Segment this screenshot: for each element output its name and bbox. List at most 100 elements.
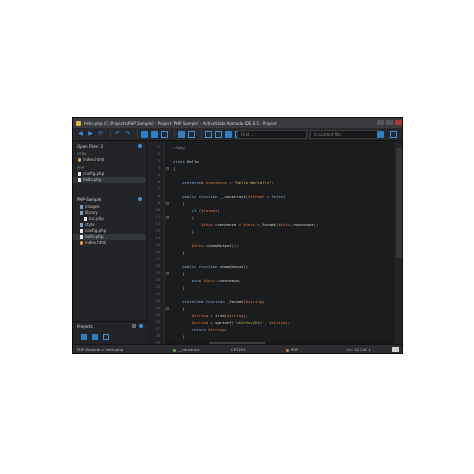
code-token: false [271, 194, 284, 199]
menu-icon[interactable] [390, 131, 397, 138]
line-number: 10 [155, 208, 160, 212]
code-editor[interactable]: 1 2 3 4 5 6 7 8 9 10 11 12 13 14 15 16 17 18 19 20 21 22 23 24 2… [147, 142, 393, 346]
code-line[interactable]: { [173, 166, 175, 171]
code-line[interactable]: if ($format) [173, 208, 220, 213]
line-number: 22 [155, 292, 160, 296]
code-line[interactable]: } [173, 229, 194, 234]
line-number: 13 [155, 229, 160, 233]
code-line[interactable]: } [173, 334, 184, 339]
code-line[interactable]: { [173, 215, 194, 220]
code-line[interactable]: protected function _format($string) [173, 299, 264, 304]
code-line[interactable]: return $string; [173, 327, 227, 332]
code-line[interactable]: public function showOutput() [173, 264, 248, 269]
status-encoding[interactable]: CP1252 [231, 347, 246, 352]
line-number: 2 [157, 152, 160, 156]
code-line[interactable]: { [173, 201, 184, 206]
code-line[interactable]: $this->showOutput(); [173, 243, 239, 248]
code-token: <?php [173, 145, 185, 150]
line-number: 28 [155, 334, 160, 338]
maximize-button[interactable] [386, 120, 393, 125]
back-icon[interactable]: ◀ [77, 131, 84, 138]
open-files-header[interactable]: Open Files: 3 [73, 142, 146, 151]
code-line[interactable]: <?php [173, 145, 185, 150]
code-line[interactable]: protected $sentence = "Hello World!\n"; [173, 180, 273, 185]
minimize-button[interactable] [377, 120, 384, 125]
code-token: { [173, 215, 195, 220]
php-file-icon [80, 235, 83, 239]
line-number: 24 [155, 306, 160, 310]
line-number: 4 [157, 166, 160, 170]
code-token: if [173, 208, 197, 213]
redo-icon[interactable]: ↷ [124, 131, 131, 138]
code-line[interactable]: { [173, 271, 184, 276]
fold-toggle-icon[interactable] [166, 202, 169, 205]
notification-icon[interactable] [392, 347, 399, 352]
projects-header[interactable]: Projects [73, 322, 147, 331]
layout-icon[interactable] [225, 130, 232, 138]
code-token: protected function [173, 299, 225, 304]
save-icon[interactable] [151, 130, 158, 138]
code-line[interactable]: $string = sprintf('<h1>%s</h1>', $string… [173, 320, 290, 325]
open-file-icon[interactable] [141, 130, 148, 138]
line-number: 1 [157, 145, 160, 149]
gear-icon[interactable] [138, 197, 142, 201]
gear-icon[interactable] [138, 144, 142, 148]
code-token: = [226, 180, 234, 185]
left-pane: Open Files: 3 HTML index.html PHP config… [73, 142, 147, 346]
code-line[interactable]: class Hello [173, 159, 199, 164]
status-symbol[interactable]: __construct [173, 347, 200, 352]
open-file-item[interactable]: index.html [73, 157, 146, 163]
new-project-icon[interactable] [81, 334, 87, 340]
code-token: ) [262, 299, 265, 304]
code-line[interactable]: { [173, 306, 184, 311]
fold-toggle-icon[interactable] [166, 216, 169, 219]
new-file-icon[interactable] [178, 130, 185, 138]
save-all-icon[interactable] [161, 130, 168, 138]
status-language[interactable]: PHP [286, 347, 298, 352]
open-file-item[interactable]: hello.php [73, 177, 146, 183]
line-number: 26 [155, 320, 160, 324]
line-number: 17 [155, 257, 160, 261]
project-header[interactable]: PHP-Sample [73, 195, 146, 204]
folder-icon [80, 205, 83, 209]
undo-icon[interactable]: ↶ [114, 131, 121, 138]
status-position[interactable]: Ln: 14 Col: 1 [347, 347, 371, 352]
code-line[interactable]: public function __construct($format = fa… [173, 194, 285, 199]
toolbar-divider [201, 130, 202, 138]
project-item[interactable]: index.html [73, 240, 146, 246]
status-breadcrumb[interactable]: PHP-Sample > hello.php [77, 347, 123, 352]
fold-toggle-icon[interactable] [166, 167, 169, 170]
open-project-icon[interactable] [92, 334, 98, 340]
toolbar-divider [174, 130, 175, 138]
code-token: class [173, 159, 185, 164]
code-token: $format [201, 208, 218, 213]
macro-icon[interactable] [377, 131, 384, 138]
recent-icon[interactable]: ⟳ [97, 131, 104, 138]
code-line[interactable]: } [173, 285, 184, 290]
panes-right-icon[interactable] [215, 130, 222, 138]
panes-bottom-icon[interactable] [205, 130, 212, 138]
toolbar-divider [110, 130, 111, 138]
code-token: $this [173, 222, 213, 227]
code-line[interactable]: echo $this->sentence; [173, 278, 241, 283]
code-token: _format [259, 222, 277, 227]
project-settings-icon[interactable] [103, 334, 109, 340]
minus-icon[interactable] [132, 324, 136, 328]
vertical-scrollbar[interactable] [393, 142, 402, 346]
code-token: $string [226, 313, 244, 318]
fold-toggle-icon[interactable] [166, 307, 169, 310]
close-button[interactable] [395, 120, 402, 125]
folder-icon [80, 223, 83, 227]
forward-icon[interactable]: ▶ [87, 131, 94, 138]
code-line[interactable]: } [173, 250, 184, 255]
find-input[interactable]: Find ... [237, 130, 307, 139]
fold-toggle-icon[interactable] [166, 272, 169, 275]
panes-left-icon[interactable] [188, 130, 195, 138]
gear-icon[interactable] [139, 324, 143, 328]
title-bar[interactable]: hello.php (C:\Projects\PHP Sample) - Pro… [73, 118, 402, 128]
find-scope-select[interactable]: in current file [310, 130, 378, 139]
code-token: public function [173, 264, 218, 269]
scrollbar-thumb[interactable] [396, 148, 402, 258]
code-line[interactable]: $string = trim($string); [173, 313, 248, 318]
code-line[interactable]: $this->sentence = $this->_format($this->… [173, 222, 318, 227]
